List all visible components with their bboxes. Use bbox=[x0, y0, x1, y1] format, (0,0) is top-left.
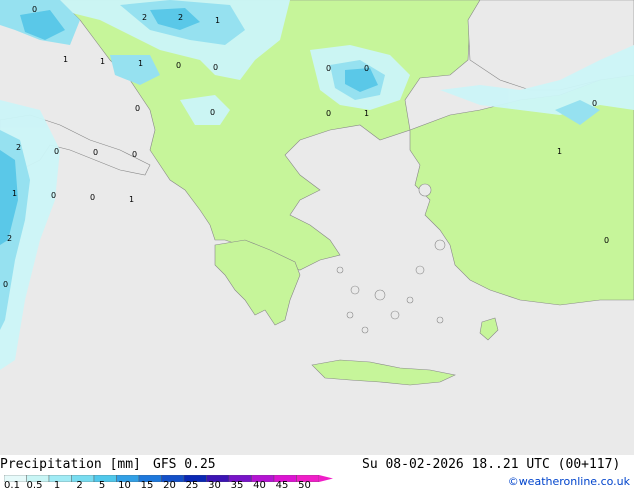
legend-label: 0.5 bbox=[26, 480, 43, 491]
model-label: GFS 0.25 bbox=[153, 457, 216, 472]
contour-label: 1 bbox=[364, 109, 369, 118]
contour-label: 1 bbox=[100, 57, 105, 66]
legend-label: 45 bbox=[275, 480, 289, 491]
contour-label: 0 bbox=[210, 108, 215, 117]
contour-label: 1 bbox=[63, 55, 68, 64]
contour-label: 1 bbox=[12, 189, 17, 198]
contour-label: 1 bbox=[557, 147, 562, 156]
contour-label: 0 bbox=[592, 99, 597, 108]
contour-label: 0 bbox=[32, 5, 37, 14]
contour-label: 2 bbox=[16, 143, 21, 152]
legend-label: 5 bbox=[98, 480, 106, 491]
contour-label: 0 bbox=[213, 63, 218, 72]
legend-swatch bbox=[48, 475, 72, 482]
contour-label: 1 bbox=[129, 195, 134, 204]
contour-label: 1 bbox=[215, 16, 220, 25]
title-label: Precipitation [mm] bbox=[0, 457, 141, 472]
legend-label: 30 bbox=[208, 480, 221, 491]
contour-label: 0 bbox=[176, 61, 181, 70]
map-footer: Precipitation [mm] GFS 0.25 Su 08-02-202… bbox=[0, 455, 634, 491]
contour-label: 0 bbox=[604, 236, 609, 245]
contour-label: 0 bbox=[135, 104, 140, 113]
legend-label: 15 bbox=[140, 480, 154, 491]
legend-label: 20 bbox=[163, 480, 176, 491]
contour-label: 2 bbox=[142, 13, 147, 22]
legend-swatch bbox=[93, 475, 117, 482]
legend-label: 35 bbox=[230, 480, 244, 491]
contour-label: 0 bbox=[364, 64, 369, 73]
contour-label: 0 bbox=[51, 191, 56, 200]
contour-label: 0 bbox=[326, 64, 331, 73]
legend-label: 50 bbox=[298, 480, 311, 491]
legend-label: 10 bbox=[118, 480, 131, 491]
legend-label: 0.1 bbox=[4, 480, 20, 491]
datetime-label: Su 08-02-2026 18..21 UTC (00+117) bbox=[362, 457, 621, 472]
legend-arrow bbox=[319, 475, 333, 482]
contour-label: 0 bbox=[3, 280, 8, 289]
legend-label: 40 bbox=[253, 480, 266, 491]
precipitation-map: 0 2 2 1 1 1 1 0 0 0 0 0 0 0 1 0 2 0 0 0 … bbox=[0, 0, 634, 455]
legend-swatch bbox=[71, 475, 95, 482]
contour-label: 0 bbox=[132, 150, 137, 159]
contour-label: 0 bbox=[326, 109, 331, 118]
contour-label: 1 bbox=[138, 59, 143, 68]
contour-label: 2 bbox=[7, 234, 12, 243]
contour-label: 2 bbox=[178, 13, 183, 22]
legend-label: 1 bbox=[53, 480, 61, 491]
contour-label: 0 bbox=[93, 148, 98, 157]
legend-label: 25 bbox=[185, 480, 199, 491]
legend-label: 2 bbox=[76, 480, 83, 491]
credit-link[interactable]: ©weatheronline.co.uk bbox=[508, 475, 630, 488]
contour-label: 0 bbox=[90, 193, 95, 202]
contour-label: 0 bbox=[54, 147, 59, 156]
